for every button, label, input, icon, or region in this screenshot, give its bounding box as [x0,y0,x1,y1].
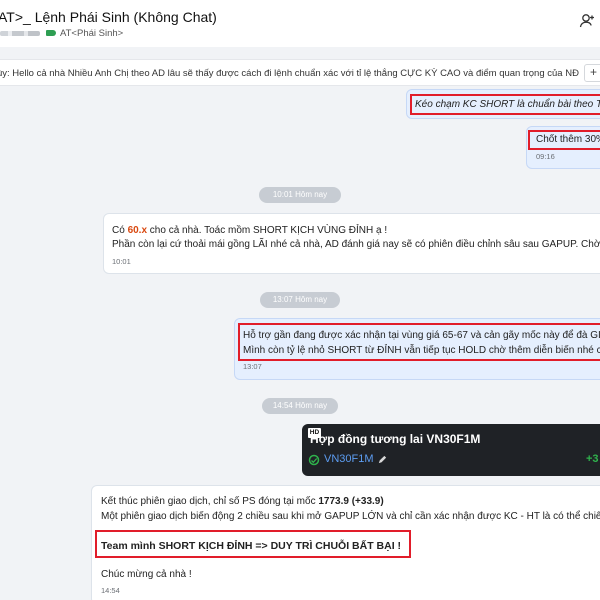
highlight-box [95,530,411,558]
message-bubble[interactable]: Kết thúc phiên giao dịch, chỉ số PS đóng… [91,485,600,600]
group-tag-icon [46,30,56,36]
message-bubble[interactable]: Chốt thêm 30% 09:16 [526,126,600,169]
message-time: 14:54 [101,586,120,595]
chat-title[interactable]: AT>_ Lệnh Phái Sinh (Không Chat) [0,9,217,25]
pinned-message-bar[interactable]: ùy: Hello cả nhà Nhiều Anh Chị theo AD l… [0,59,600,86]
add-member-icon[interactable] [578,12,596,30]
highlight-box [528,130,600,150]
closing-index: 1773.9 (+33.9) [318,496,384,507]
price-accent: 60.x [127,225,148,236]
contract-title: Hợp đồng tương lai VN30F1M [310,432,481,446]
highlight-box [410,94,600,115]
chat-header: AT>_ Lệnh Phái Sinh (Không Chat) AT<Phái… [0,0,600,47]
message-bubble[interactable]: Hỗ trợ gần đang được xác nhận tại vùng g… [234,318,600,380]
contract-change: +3 [586,453,599,465]
pinned-message-text: ùy: Hello cả nhà Nhiều Anh Chị theo AD l… [0,68,579,79]
highlight-box [238,323,600,361]
live-indicator-icon [308,454,320,466]
chat-subtitle: AT<Phái Sinh> [0,27,123,39]
message-text: Có 60.x cho cả nhà. Toác mồm SHORT KỊCH … [112,225,388,236]
date-separator: 13:07 Hôm nay [260,292,340,308]
message-text-line-2: Phần còn lại cứ thoải mái gồng LÃI nhé c… [112,239,600,250]
message-time: 13:07 [243,362,262,371]
pinned-expand-button[interactable]: + [584,64,600,82]
pencil-icon[interactable] [377,454,388,465]
message-time: 10:01 [112,257,131,266]
date-separator: 10:01 Hôm nay [259,187,341,203]
message-bubble[interactable]: Có 60.x cho cả nhà. Toác mồm SHORT KỊCH … [103,213,600,274]
contract-symbol-link[interactable]: VN30F1M [324,453,374,465]
message-bubble[interactable]: Kéo chạm KC SHORT là chuẩn bài theo TR [406,89,600,119]
blurred-member-name [0,30,40,36]
message-time: 09:16 [536,152,555,161]
date-separator: 14:54 Hôm nay [262,398,338,414]
contract-card[interactable]: HD Hợp đồng tương lai VN30F1M VN30F1M +3 [302,424,600,476]
message-text-line-2: Một phiên giao dịch biến động 2 chiều sa… [101,511,600,522]
message-text: Kết thúc phiên giao dịch, chỉ số PS đóng… [101,496,384,507]
message-text-line-4: Chúc mừng cả nhà ! [101,569,192,580]
group-tag-label[interactable]: AT<Phái Sinh> [60,28,123,39]
